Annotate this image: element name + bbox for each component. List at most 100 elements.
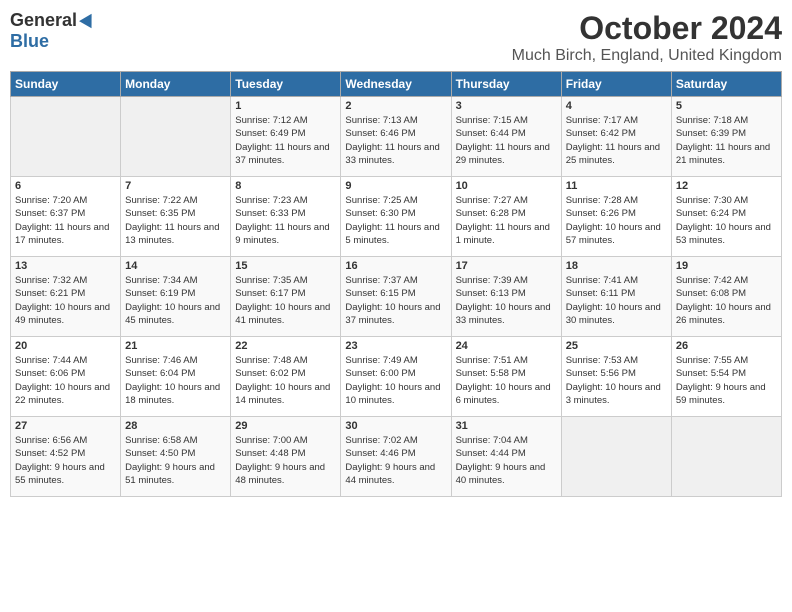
weekday-header-saturday: Saturday xyxy=(671,72,781,97)
calendar-cell: 9 Sunrise: 7:25 AMSunset: 6:30 PMDaylight… xyxy=(341,177,451,257)
day-details: Sunrise: 7:39 AMSunset: 6:13 PMDaylight:… xyxy=(456,274,557,327)
day-details: Sunrise: 7:51 AMSunset: 5:58 PMDaylight:… xyxy=(456,354,557,407)
weekday-header-monday: Monday xyxy=(121,72,231,97)
day-number: 26 xyxy=(676,340,777,352)
day-number: 6 xyxy=(15,180,116,192)
day-details: Sunrise: 7:44 AMSunset: 6:06 PMDaylight:… xyxy=(15,354,116,407)
calendar-cell: 2 Sunrise: 7:13 AMSunset: 6:46 PMDaylight… xyxy=(341,97,451,177)
day-number: 5 xyxy=(676,100,777,112)
day-number: 17 xyxy=(456,260,557,272)
calendar-cell: 18Sunrise: 7:41 AMSunset: 6:11 PMDayligh… xyxy=(561,257,671,337)
calendar-cell: 8 Sunrise: 7:23 AMSunset: 6:33 PMDaylight… xyxy=(231,177,341,257)
calendar-cell: 1 Sunrise: 7:12 AMSunset: 6:49 PMDaylight… xyxy=(231,97,341,177)
day-details: Sunrise: 7:34 AMSunset: 6:19 PMDaylight:… xyxy=(125,274,226,327)
day-details: Sunrise: 7:55 AMSunset: 5:54 PMDaylight:… xyxy=(676,354,777,407)
day-details: Sunrise: 7:23 AMSunset: 6:33 PMDaylight:… xyxy=(235,194,336,247)
day-details: Sunrise: 7:48 AMSunset: 6:02 PMDaylight:… xyxy=(235,354,336,407)
calendar-week-row: 27 Sunrise: 6:56 AMSunset: 4:52 PMDayligh… xyxy=(11,417,782,497)
day-details: Sunrise: 7:00 AMSunset: 4:48 PMDaylight:… xyxy=(235,434,336,487)
day-details: Sunrise: 7:27 AMSunset: 6:28 PMDaylight:… xyxy=(456,194,557,247)
day-details: Sunrise: 7:28 AMSunset: 6:26 PMDaylight:… xyxy=(566,194,667,247)
day-number: 9 xyxy=(345,180,446,192)
day-number: 30 xyxy=(345,420,446,432)
calendar-cell: 4 Sunrise: 7:17 AMSunset: 6:42 PMDaylight… xyxy=(561,97,671,177)
calendar-cell: 10 Sunrise: 7:27 AMSunset: 6:28 PMDayligh… xyxy=(451,177,561,257)
calendar-title: October 2024 xyxy=(512,10,782,47)
logo-general-text: General xyxy=(10,10,77,31)
day-number: 7 xyxy=(125,180,226,192)
day-details: Sunrise: 7:25 AMSunset: 6:30 PMDaylight:… xyxy=(345,194,446,247)
day-details: Sunrise: 7:22 AMSunset: 6:35 PMDaylight:… xyxy=(125,194,226,247)
calendar-week-row: 6 Sunrise: 7:20 AMSunset: 6:37 PMDaylight… xyxy=(11,177,782,257)
calendar-cell xyxy=(561,417,671,497)
day-details: Sunrise: 7:12 AMSunset: 6:49 PMDaylight:… xyxy=(235,114,336,167)
calendar-cell: 16Sunrise: 7:37 AMSunset: 6:15 PMDayligh… xyxy=(341,257,451,337)
day-details: Sunrise: 7:04 AMSunset: 4:44 PMDaylight:… xyxy=(456,434,557,487)
calendar-cell xyxy=(671,417,781,497)
day-number: 1 xyxy=(235,100,336,112)
title-area: October 2024 Much Birch, England, United… xyxy=(512,10,782,65)
calendar-cell: 27 Sunrise: 6:56 AMSunset: 4:52 PMDayligh… xyxy=(11,417,121,497)
calendar-cell: 17 Sunrise: 7:39 AMSunset: 6:13 PMDayligh… xyxy=(451,257,561,337)
day-number: 15 xyxy=(235,260,336,272)
page-header: General Blue October 2024 Much Birch, En… xyxy=(10,10,782,65)
day-number: 11 xyxy=(566,180,667,192)
day-number: 19 xyxy=(676,260,777,272)
calendar-cell: 26 Sunrise: 7:55 AMSunset: 5:54 PMDayligh… xyxy=(671,337,781,417)
calendar-cell: 3Sunrise: 7:15 AMSunset: 6:44 PMDaylight… xyxy=(451,97,561,177)
weekday-header-friday: Friday xyxy=(561,72,671,97)
logo: General Blue xyxy=(10,10,97,52)
day-number: 10 xyxy=(456,180,557,192)
day-details: Sunrise: 7:35 AMSunset: 6:17 PMDaylight:… xyxy=(235,274,336,327)
calendar-cell: 13Sunrise: 7:32 AMSunset: 6:21 PMDayligh… xyxy=(11,257,121,337)
day-details: Sunrise: 6:56 AMSunset: 4:52 PMDaylight:… xyxy=(15,434,116,487)
calendar-cell: 12Sunrise: 7:30 AMSunset: 6:24 PMDayligh… xyxy=(671,177,781,257)
day-details: Sunrise: 7:18 AMSunset: 6:39 PMDaylight:… xyxy=(676,114,777,167)
day-number: 14 xyxy=(125,260,226,272)
day-number: 2 xyxy=(345,100,446,112)
day-number: 25 xyxy=(566,340,667,352)
day-number: 27 xyxy=(15,420,116,432)
day-number: 12 xyxy=(676,180,777,192)
day-details: Sunrise: 7:13 AMSunset: 6:46 PMDaylight:… xyxy=(345,114,446,167)
calendar-cell: 28 Sunrise: 6:58 AMSunset: 4:50 PMDayligh… xyxy=(121,417,231,497)
calendar-cell: 23Sunrise: 7:49 AMSunset: 6:00 PMDayligh… xyxy=(341,337,451,417)
calendar-cell: 30 Sunrise: 7:02 AMSunset: 4:46 PMDayligh… xyxy=(341,417,451,497)
calendar-cell xyxy=(121,97,231,177)
calendar-cell: 7 Sunrise: 7:22 AMSunset: 6:35 PMDaylight… xyxy=(121,177,231,257)
weekday-header-sunday: Sunday xyxy=(11,72,121,97)
day-number: 21 xyxy=(125,340,226,352)
calendar-cell xyxy=(11,97,121,177)
day-details: Sunrise: 7:20 AMSunset: 6:37 PMDaylight:… xyxy=(15,194,116,247)
weekday-header-thursday: Thursday xyxy=(451,72,561,97)
day-number: 29 xyxy=(235,420,336,432)
calendar-cell: 11 Sunrise: 7:28 AMSunset: 6:26 PMDayligh… xyxy=(561,177,671,257)
day-details: Sunrise: 7:02 AMSunset: 4:46 PMDaylight:… xyxy=(345,434,446,487)
day-details: Sunrise: 6:58 AMSunset: 4:50 PMDaylight:… xyxy=(125,434,226,487)
day-details: Sunrise: 7:17 AMSunset: 6:42 PMDaylight:… xyxy=(566,114,667,167)
calendar-cell: 5 Sunrise: 7:18 AMSunset: 6:39 PMDaylight… xyxy=(671,97,781,177)
calendar-cell: 25 Sunrise: 7:53 AMSunset: 5:56 PMDayligh… xyxy=(561,337,671,417)
weekday-header-row: SundayMondayTuesdayWednesdayThursdayFrid… xyxy=(11,72,782,97)
day-number: 24 xyxy=(456,340,557,352)
day-details: Sunrise: 7:53 AMSunset: 5:56 PMDaylight:… xyxy=(566,354,667,407)
calendar-cell: 14 Sunrise: 7:34 AMSunset: 6:19 PMDayligh… xyxy=(121,257,231,337)
day-number: 4 xyxy=(566,100,667,112)
day-number: 20 xyxy=(15,340,116,352)
logo-icon xyxy=(79,11,97,29)
day-number: 16 xyxy=(345,260,446,272)
calendar-cell: 20 Sunrise: 7:44 AMSunset: 6:06 PMDayligh… xyxy=(11,337,121,417)
day-number: 23 xyxy=(345,340,446,352)
logo-blue-text: Blue xyxy=(10,31,49,51)
calendar-cell: 21 Sunrise: 7:46 AMSunset: 6:04 PMDayligh… xyxy=(121,337,231,417)
day-number: 3 xyxy=(456,100,557,112)
day-details: Sunrise: 7:46 AMSunset: 6:04 PMDaylight:… xyxy=(125,354,226,407)
calendar-cell: 29 Sunrise: 7:00 AMSunset: 4:48 PMDayligh… xyxy=(231,417,341,497)
calendar-cell: 31Sunrise: 7:04 AMSunset: 4:44 PMDayligh… xyxy=(451,417,561,497)
day-details: Sunrise: 7:32 AMSunset: 6:21 PMDaylight:… xyxy=(15,274,116,327)
day-number: 8 xyxy=(235,180,336,192)
day-number: 18 xyxy=(566,260,667,272)
calendar-week-row: 1 Sunrise: 7:12 AMSunset: 6:49 PMDaylight… xyxy=(11,97,782,177)
day-number: 28 xyxy=(125,420,226,432)
calendar-cell: 19Sunrise: 7:42 AMSunset: 6:08 PMDayligh… xyxy=(671,257,781,337)
